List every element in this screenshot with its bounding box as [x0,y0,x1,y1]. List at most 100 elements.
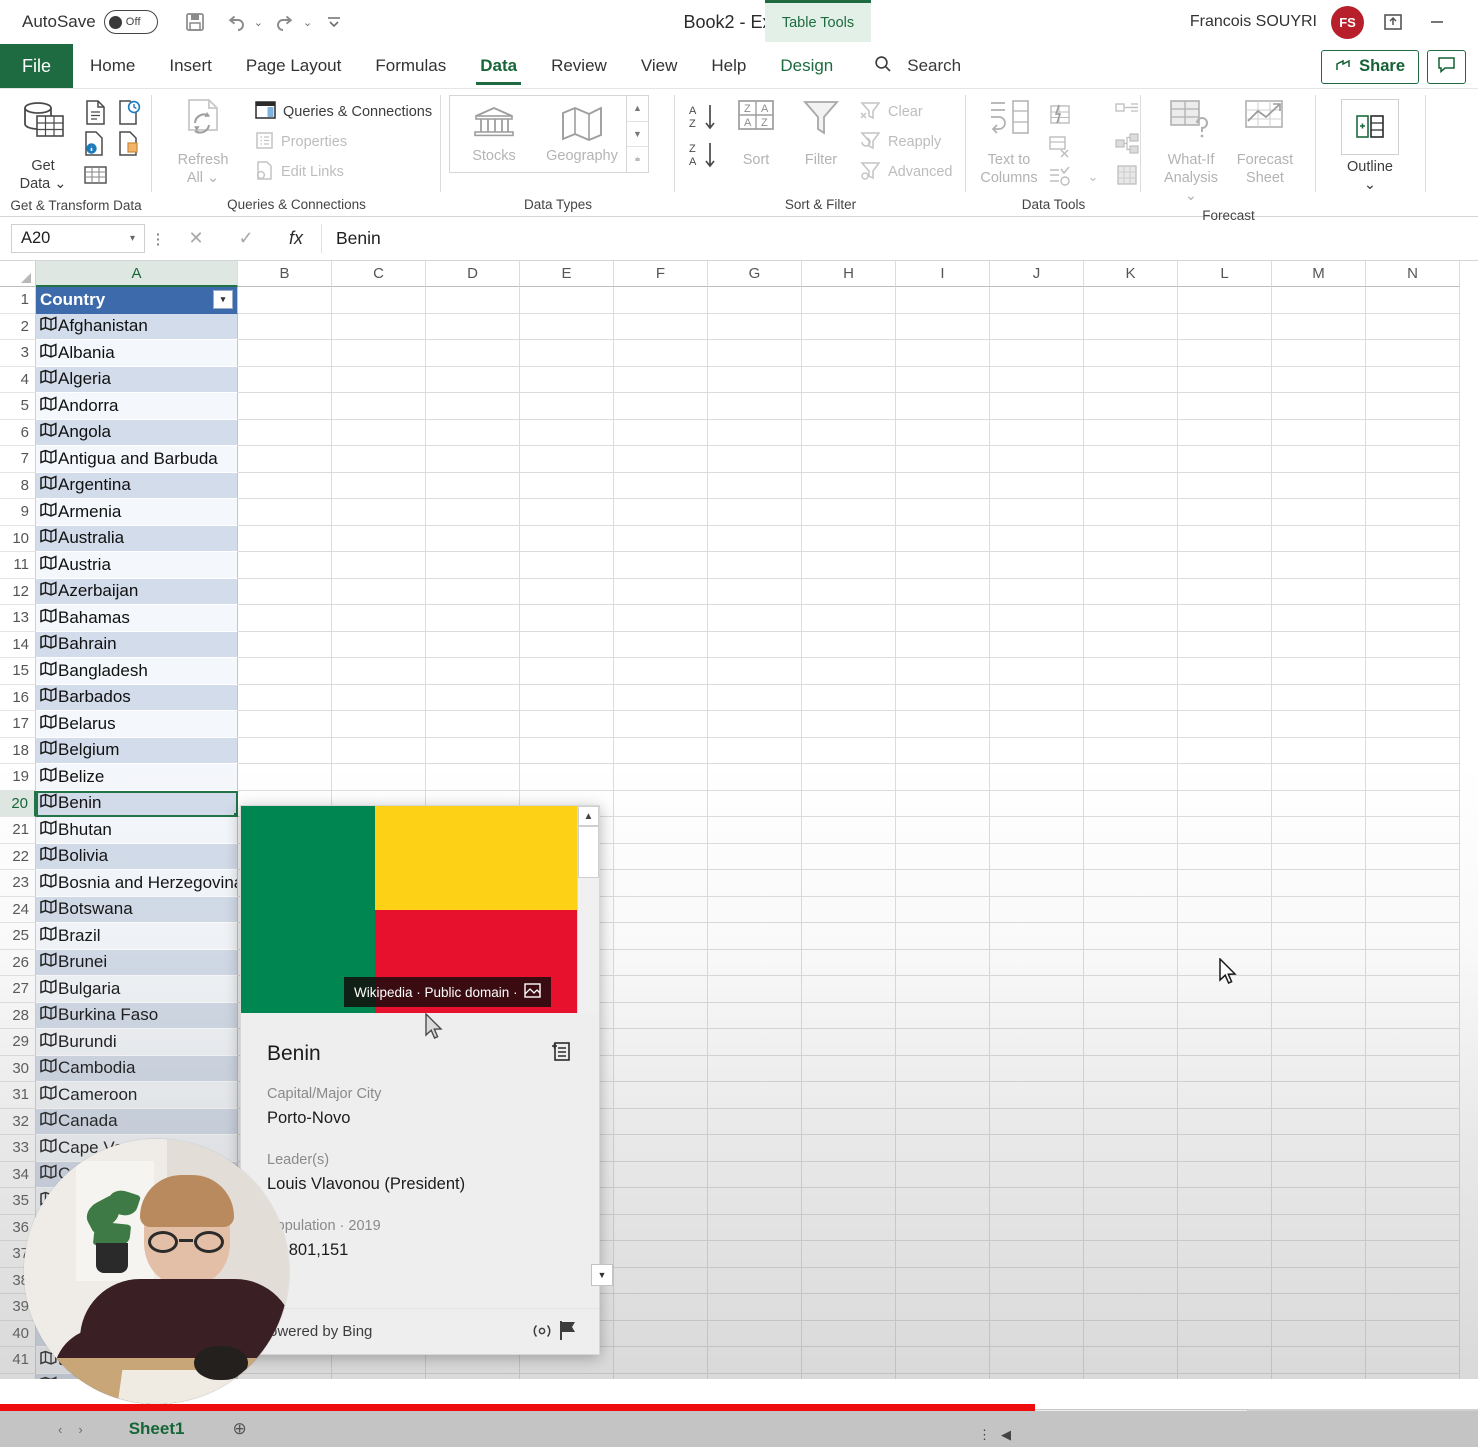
cell-G42[interactable] [708,1374,802,1380]
cell-N20[interactable] [1366,791,1460,818]
cell-I26[interactable] [896,950,990,977]
cell-A18[interactable]: Belgium [36,738,238,765]
sort-z-to-a-icon[interactable]: ZA [685,137,721,175]
filter-dropdown-icon[interactable]: ▾ [213,290,233,309]
row-header-17[interactable]: 17 [0,711,36,738]
cell-H7[interactable] [802,446,896,473]
cell-J26[interactable] [990,950,1084,977]
cell-N29[interactable] [1366,1029,1460,1056]
cell-B1[interactable] [238,287,332,314]
cell-M42[interactable] [1272,1374,1366,1380]
cell-J14[interactable] [990,632,1084,659]
cell-L19[interactable] [1178,764,1272,791]
cell-J1[interactable] [990,287,1084,314]
data-validation-icon[interactable] [1042,161,1076,192]
cell-G38[interactable] [708,1268,802,1295]
undo-dropdown-icon[interactable]: ⌄ [254,16,263,29]
cell-G4[interactable] [708,367,802,394]
cell-I3[interactable] [896,340,990,367]
comments-button[interactable] [1427,50,1466,84]
cell-L13[interactable] [1178,605,1272,632]
cell-M35[interactable] [1272,1188,1366,1215]
cell-J31[interactable] [990,1082,1084,1109]
gallery-scroll-down-icon[interactable]: ▼ [627,122,648,148]
cell-C17[interactable] [332,711,426,738]
cell-A13[interactable]: Bahamas [36,605,238,632]
cell-J28[interactable] [990,1003,1084,1030]
cell-L40[interactable] [1178,1321,1272,1348]
cell-I7[interactable] [896,446,990,473]
cell-N41[interactable] [1366,1347,1460,1374]
cell-B5[interactable] [238,393,332,420]
cell-C16[interactable] [332,685,426,712]
cell-J24[interactable] [990,897,1084,924]
cell-M13[interactable] [1272,605,1366,632]
cell-I25[interactable] [896,923,990,950]
cell-L30[interactable] [1178,1056,1272,1083]
cell-H33[interactable] [802,1135,896,1162]
cell-J10[interactable] [990,526,1084,553]
cell-L10[interactable] [1178,526,1272,553]
cell-K42[interactable] [1084,1374,1178,1380]
cell-B12[interactable] [238,579,332,606]
cell-G8[interactable] [708,473,802,500]
cell-K9[interactable] [1084,499,1178,526]
cell-H30[interactable] [802,1056,896,1083]
cell-N2[interactable] [1366,314,1460,341]
row-header-18[interactable]: 18 [0,738,36,765]
cell-H24[interactable] [802,897,896,924]
cell-I15[interactable] [896,658,990,685]
cell-H4[interactable] [802,367,896,394]
cell-I20[interactable] [896,791,990,818]
cell-K17[interactable] [1084,711,1178,738]
cell-L37[interactable] [1178,1241,1272,1268]
cell-N5[interactable] [1366,393,1460,420]
cell-E12[interactable] [520,579,614,606]
cell-G28[interactable] [708,1003,802,1030]
cell-E8[interactable] [520,473,614,500]
cell-B2[interactable] [238,314,332,341]
cell-F29[interactable] [614,1029,708,1056]
cell-F31[interactable] [614,1082,708,1109]
cell-K27[interactable] [1084,976,1178,1003]
cell-L31[interactable] [1178,1082,1272,1109]
geography-button[interactable]: Geography [538,96,626,172]
cell-H21[interactable] [802,817,896,844]
cell-M24[interactable] [1272,897,1366,924]
cell-K26[interactable] [1084,950,1178,977]
cell-F21[interactable] [614,817,708,844]
row-header-22[interactable]: 22 [0,844,36,871]
cell-K14[interactable] [1084,632,1178,659]
cell-I31[interactable] [896,1082,990,1109]
cell-J8[interactable] [990,473,1084,500]
cell-M30[interactable] [1272,1056,1366,1083]
search-input[interactable]: Search [872,44,961,88]
cell-E15[interactable] [520,658,614,685]
cell-C1[interactable] [332,287,426,314]
cell-D11[interactable] [426,552,520,579]
cell-C5[interactable] [332,393,426,420]
cell-L2[interactable] [1178,314,1272,341]
cell-I14[interactable] [896,632,990,659]
cell-C10[interactable] [332,526,426,553]
cell-H3[interactable] [802,340,896,367]
enter-icon[interactable]: ✓ [221,224,271,253]
cell-D10[interactable] [426,526,520,553]
cell-E10[interactable] [520,526,614,553]
cell-F4[interactable] [614,367,708,394]
cell-L33[interactable] [1178,1135,1272,1162]
cell-A14[interactable]: Bahrain [36,632,238,659]
cell-G14[interactable] [708,632,802,659]
manage-data-model-icon[interactable] [1110,159,1144,190]
cell-A26[interactable]: Brunei [36,950,238,977]
cell-M28[interactable] [1272,1003,1366,1030]
row-header-15[interactable]: 15 [0,658,36,685]
cell-N34[interactable] [1366,1162,1460,1189]
cell-F33[interactable] [614,1135,708,1162]
cell-N26[interactable] [1366,950,1460,977]
cell-C15[interactable] [332,658,426,685]
cell-N23[interactable] [1366,870,1460,897]
cell-E19[interactable] [520,764,614,791]
cell-K38[interactable] [1084,1268,1178,1295]
cell-L3[interactable] [1178,340,1272,367]
